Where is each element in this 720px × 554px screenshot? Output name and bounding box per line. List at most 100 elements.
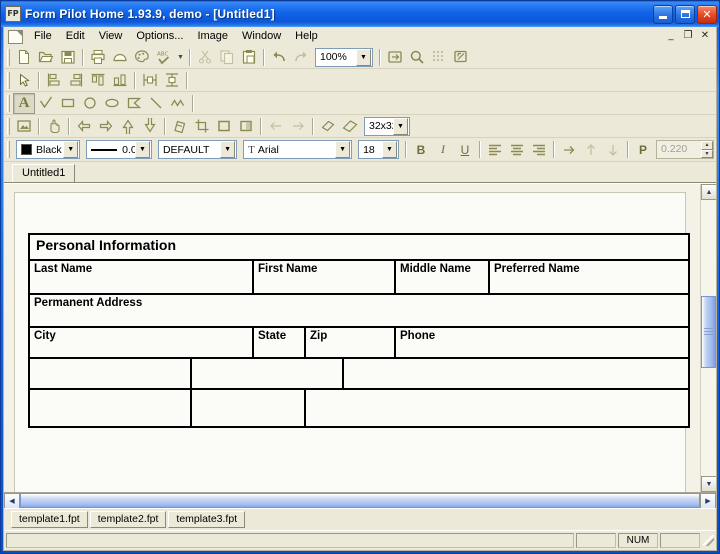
menu-view[interactable]: View — [92, 29, 130, 45]
eraser-large-icon[interactable] — [339, 116, 361, 137]
spellcheck-icon[interactable]: ABC — [153, 47, 175, 68]
undo-icon[interactable] — [268, 47, 290, 68]
mdi-restore-button[interactable]: ❐ — [680, 28, 696, 43]
vertical-scrollbar[interactable]: ▲ ▼ — [700, 184, 716, 492]
zoom-selection-icon[interactable] — [450, 47, 472, 68]
resize-grip-icon[interactable] — [700, 533, 716, 548]
document-icon[interactable] — [8, 29, 23, 44]
style-combo[interactable]: DEFAULT ▼ — [157, 140, 238, 159]
page-scroll-region[interactable]: Personal Information Last Name First Nam… — [4, 184, 700, 492]
field-state[interactable]: State — [252, 326, 306, 359]
polygon-tool-icon[interactable] — [123, 93, 145, 114]
field-blank-6[interactable] — [303, 388, 691, 428]
open-icon[interactable] — [35, 47, 57, 68]
new-icon[interactable] — [13, 47, 35, 68]
copy-icon[interactable] — [216, 47, 238, 68]
eraser-icon[interactable] — [317, 116, 339, 137]
scroll-down-button[interactable]: ▼ — [701, 476, 716, 492]
crop-icon[interactable] — [191, 116, 213, 137]
italic-button[interactable]: I — [432, 140, 454, 160]
freehand-tool-icon[interactable] — [167, 93, 189, 114]
spellcheck-dropdown-arrow[interactable]: ▼ — [175, 47, 186, 68]
redo-icon[interactable] — [290, 47, 312, 68]
minimize-button[interactable] — [653, 4, 673, 24]
checkmark-tool-icon[interactable] — [35, 93, 57, 114]
paste-icon[interactable] — [238, 47, 260, 68]
pitch-decrement-button[interactable]: ▼ — [700, 149, 713, 158]
document-page[interactable]: Personal Information Last Name First Nam… — [14, 192, 691, 492]
mdi-minimize-button[interactable]: _ — [663, 28, 679, 43]
chevron-down-icon[interactable]: ▼ — [63, 141, 79, 158]
rotate-left-icon[interactable] — [73, 116, 95, 137]
move-down-icon[interactable] — [602, 139, 624, 160]
field-last-name[interactable]: Last Name — [28, 259, 254, 295]
toolbar-grip[interactable] — [7, 71, 10, 89]
rectangle-tool-icon[interactable] — [57, 93, 79, 114]
chevron-down-icon[interactable]: ▼ — [220, 141, 236, 158]
chevron-down-icon[interactable]: ▼ — [134, 141, 150, 158]
field-blank-3[interactable] — [341, 357, 691, 390]
menu-window[interactable]: Window — [235, 29, 288, 45]
chevron-down-icon[interactable]: ▼ — [356, 48, 371, 66]
insert-image-icon[interactable] — [13, 116, 35, 137]
palette-icon[interactable] — [131, 47, 153, 68]
font-combo[interactable]: T Arial ▼ — [243, 140, 353, 159]
scan-icon[interactable] — [109, 47, 131, 68]
field-blank-4[interactable] — [28, 388, 192, 428]
grid-icon[interactable] — [428, 47, 450, 68]
align-left-objects-icon[interactable] — [43, 70, 65, 91]
indent-icon[interactable] — [558, 139, 580, 160]
eraser-size-combo[interactable]: 32x32 ▼ — [364, 116, 410, 136]
field-blank-1[interactable] — [28, 357, 192, 390]
circle-tool-icon[interactable] — [79, 93, 101, 114]
align-bottom-objects-icon[interactable] — [109, 70, 131, 91]
chevron-down-icon[interactable]: ▼ — [393, 117, 408, 135]
distribute-vertical-icon[interactable] — [161, 70, 183, 91]
ellipse-tool-icon[interactable] — [101, 93, 123, 114]
scroll-right-button[interactable]: ▶ — [700, 493, 716, 508]
save-icon[interactable] — [57, 47, 79, 68]
flip-down-icon[interactable] — [139, 116, 161, 137]
field-preferred-name[interactable]: Preferred Name — [487, 259, 691, 295]
horizontal-scrollbar[interactable]: ◀ ▶ — [4, 492, 716, 508]
menu-file[interactable]: File — [27, 29, 59, 45]
text-tool-icon[interactable]: A — [13, 92, 35, 114]
mdi-close-button[interactable]: ✕ — [697, 28, 713, 43]
field-blank-2[interactable] — [190, 357, 344, 390]
chevron-down-icon[interactable]: ▼ — [381, 141, 397, 158]
menu-image[interactable]: Image — [190, 29, 235, 45]
border-icon[interactable] — [213, 116, 235, 137]
shade-icon[interactable] — [235, 116, 257, 137]
next-page-icon[interactable] — [287, 116, 309, 137]
field-permanent-address[interactable]: Permanent Address — [27, 293, 691, 328]
underline-button[interactable]: U — [454, 140, 476, 160]
menu-help[interactable]: Help — [288, 29, 325, 45]
vertical-scroll-track[interactable] — [701, 200, 716, 476]
pitch-spinner[interactable]: 0.220 ▲ ▼ — [655, 140, 714, 159]
horizontal-scroll-thumb[interactable] — [20, 493, 700, 508]
fit-window-icon[interactable] — [384, 47, 406, 68]
font-size-combo[interactable]: 18 ▼ — [358, 140, 399, 159]
field-middle-name[interactable]: Middle Name — [394, 259, 490, 295]
print-icon[interactable] — [87, 47, 109, 68]
field-phone[interactable]: Phone — [393, 326, 691, 359]
field-zip[interactable]: Zip — [304, 326, 396, 359]
line-width-combo[interactable]: 0.02" ▼ — [86, 140, 152, 159]
scroll-left-button[interactable]: ◀ — [4, 493, 20, 508]
document-tab-untitled1[interactable]: Untitled1 — [12, 164, 76, 182]
deskew-icon[interactable] — [169, 116, 191, 137]
menu-edit[interactable]: Edit — [59, 29, 92, 45]
pitch-increment-button[interactable]: ▲ — [700, 141, 713, 150]
chevron-down-icon[interactable]: ▼ — [335, 141, 351, 158]
template-tab-3[interactable]: template3.fpt — [168, 511, 246, 528]
toolbar-grip[interactable] — [7, 48, 10, 66]
toolbar-grip[interactable] — [7, 117, 10, 135]
hand-pan-icon[interactable] — [43, 116, 65, 137]
cut-icon[interactable] — [194, 47, 216, 68]
bold-button[interactable]: B — [410, 140, 432, 160]
field-city[interactable]: City — [28, 326, 254, 359]
prev-page-icon[interactable] — [265, 116, 287, 137]
move-up-icon[interactable] — [580, 139, 602, 160]
toolbar-grip[interactable] — [7, 141, 10, 158]
line-tool-icon[interactable] — [145, 93, 167, 114]
